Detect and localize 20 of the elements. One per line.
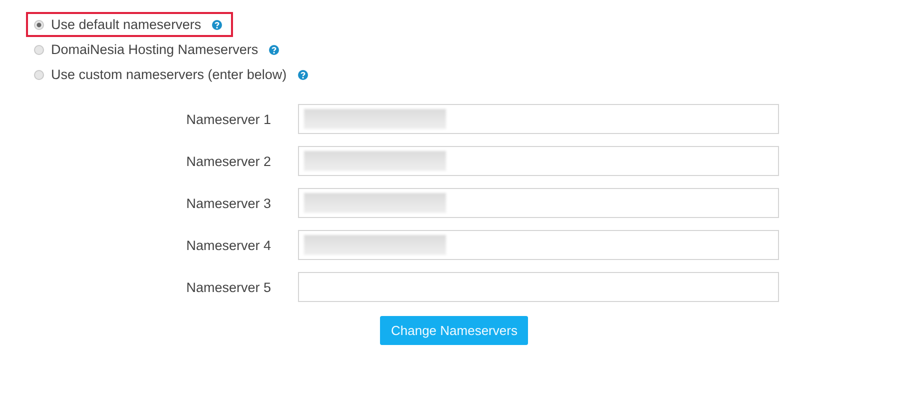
input-field[interactable] <box>298 188 779 218</box>
help-icon[interactable] <box>298 70 308 80</box>
help-icon[interactable] <box>269 44 280 54</box>
radio-button[interactable] <box>34 20 44 30</box>
input-field[interactable] <box>298 272 779 302</box>
field-label: Nameserver 3 <box>185 196 272 210</box>
option-label: Use default nameservers <box>51 17 202 32</box>
help-icon[interactable] <box>212 20 222 30</box>
field-label: Nameserver 1 <box>185 112 272 126</box>
change-nameservers-button[interactable]: Change Nameservers <box>380 316 528 345</box>
field-label: Nameserver 2 <box>185 154 272 168</box>
field-label: Nameserver 4 <box>185 238 272 252</box>
input-field[interactable] <box>298 230 779 260</box>
radio-button[interactable] <box>34 44 44 54</box>
input-field[interactable] <box>298 146 779 176</box>
option-label: DomaiNesia Hosting Nameservers <box>51 42 258 57</box>
field-label: Nameserver 5 <box>185 280 272 294</box>
option-label: Use custom nameservers (enter below) <box>51 67 287 82</box>
input-field[interactable] <box>298 104 779 134</box>
radio-button[interactable] <box>34 70 44 80</box>
